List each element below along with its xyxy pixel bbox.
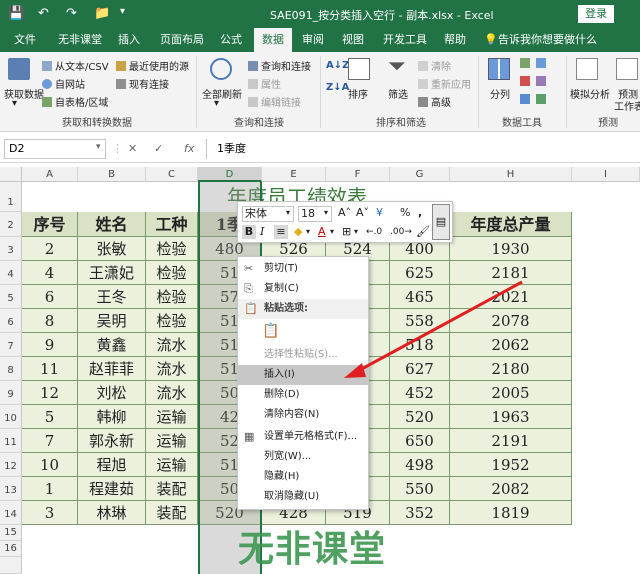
annotation-arrow (344, 280, 523, 378)
arrow-head (344, 363, 366, 378)
arrow-shaft (357, 280, 523, 373)
